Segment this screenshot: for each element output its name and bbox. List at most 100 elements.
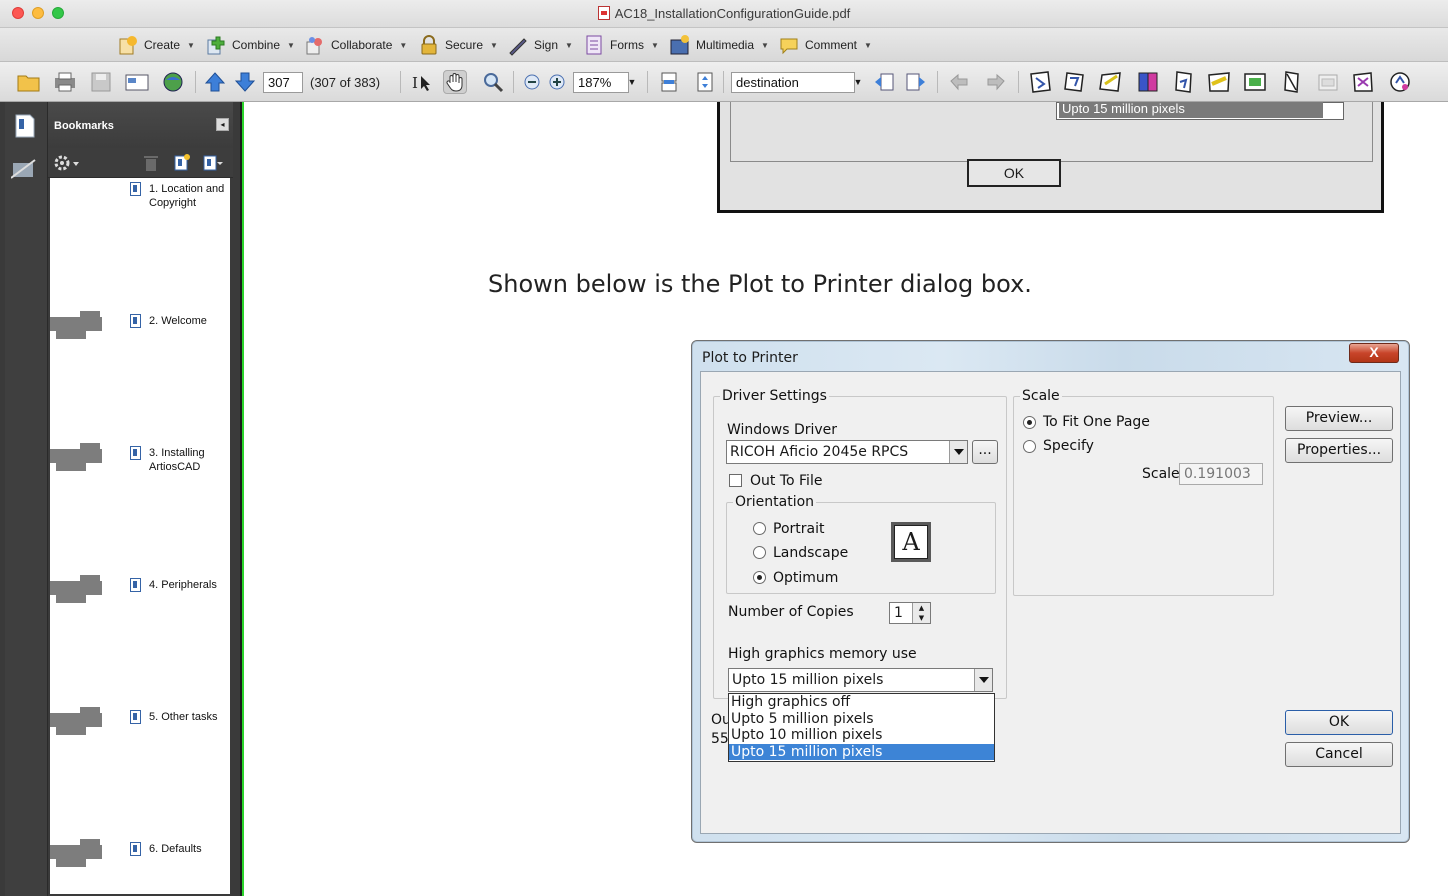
bookmark-list: 1. Location and Copyright 2. Welcome 3. … [50,178,230,894]
plugin-tool-icon-11[interactable] [1388,70,1412,94]
zoom-dropdown-icon[interactable]: ▼ [625,70,639,94]
plugin-tool-icon-2[interactable] [1063,70,1087,94]
document-page: Upto 15 million pixels OK Shown below is… [246,102,1448,896]
task-toolbar: Create ▼ Combine ▼ Collaborate ▼ Secure ▼ Si… [0,28,1448,62]
partial-output-value: 55 [711,731,729,747]
collaborate-menu[interactable]: Collaborate ▼ [304,32,407,58]
collaborate-icon [304,34,326,56]
bookmark-label: 3. Installing ArtiosCAD [149,447,205,473]
redo-icon[interactable] [984,70,1008,94]
find-dropdown-icon[interactable]: ▼ [851,70,865,94]
bookmark-label: 1. Location and Copyright [149,183,225,209]
fit-one-page-label: To Fit One Page [1043,414,1150,430]
panel-rail [5,102,48,896]
combine-label: Combine [232,38,281,52]
save-icon[interactable] [89,70,113,94]
collapse-panel-icon[interactable]: ◂ [216,118,229,131]
email-icon[interactable] [125,70,149,94]
bookmark-icon [130,578,141,592]
landscape-radio [753,546,766,559]
memory-option-selected: Upto 15 million pixels [729,743,994,760]
ok-button: OK [1285,710,1393,735]
hand-tool-icon[interactable] [443,70,467,94]
chevron-down-icon: ▼ [490,40,498,50]
chevron-down-icon: ▼ [651,40,659,50]
options-gear-icon[interactable] [53,154,79,175]
delete-bookmark-icon[interactable] [143,154,159,175]
window-title-text: AC18_InstallationConfigurationGuide.pdf [614,6,851,21]
bookmark-item[interactable]: 5. Other tasks [130,710,230,724]
memory-option: Upto 5 million pixels [731,710,874,727]
copies-spinner: 1 ▲ ▼ [889,602,931,624]
share-globe-icon[interactable] [161,70,185,94]
secure-label: Secure [445,38,484,52]
new-bookmark-icon[interactable] [173,153,191,174]
plugin-tool-icon-3[interactable] [1099,70,1123,94]
panel-resize-divider[interactable] [240,102,244,896]
marquee-zoom-icon[interactable] [481,70,505,94]
plugin-tool-icon-8[interactable] [1280,70,1304,94]
plugin-tool-icon-1[interactable] [1028,70,1052,94]
chevron-down-icon: ▼ [565,40,573,50]
zoom-in-icon[interactable] [545,70,569,94]
bookmark-label: 5. Other tasks [149,711,218,723]
plugin-tool-icon-4[interactable] [1136,70,1160,94]
svg-text:I: I [412,74,418,92]
fit-page-icon[interactable] [693,70,717,94]
create-menu[interactable]: Create ▼ [117,32,195,58]
bookmarks-panel-icon[interactable] [14,113,36,142]
scale-value-label: Scale [1142,466,1180,482]
form-icon [583,34,605,56]
undo-icon[interactable] [947,70,971,94]
secure-menu[interactable]: Secure ▼ [418,32,498,58]
plugin-tool-icon-10[interactable] [1351,70,1375,94]
sign-menu[interactable]: Sign ▼ [507,32,573,58]
memory-use-label: High graphics memory use [728,646,917,662]
select-text-cursor-icon[interactable]: I [409,70,433,94]
bookmark-item[interactable]: 1. Location and Copyright [130,182,230,210]
previous-page-icon[interactable] [203,70,227,94]
bookmark-item[interactable]: 2. Welcome [130,314,230,328]
memory-option: Upto 10 million pixels [731,727,883,743]
multimedia-menu[interactable]: Multimedia ▼ [669,32,769,58]
combine-icon [205,34,227,56]
print-icon[interactable] [53,70,77,94]
zoom-out-icon[interactable] [520,70,544,94]
bookmark-item[interactable]: 6. Defaults [130,842,230,856]
zoom-level-input[interactable]: 187% [573,72,629,93]
bookmark-item[interactable]: 4. Peripherals [130,578,230,592]
find-next-icon[interactable] [904,70,928,94]
comment-label: Comment [805,38,858,52]
dialog-client-area: Driver Settings Windows Driver RICOH Afi… [700,371,1401,834]
forms-menu[interactable]: Forms ▼ [583,32,659,58]
drag-ghost-image [50,707,102,741]
open-folder-icon[interactable] [17,70,41,94]
plugin-tool-icon-9[interactable] [1316,70,1340,94]
find-previous-icon[interactable] [872,70,896,94]
plugin-tool-icon-5[interactable] [1172,70,1196,94]
multimedia-label: Multimedia [696,38,755,52]
plugin-tool-icon-6[interactable] [1207,70,1231,94]
combine-menu[interactable]: Combine ▼ [205,32,295,58]
multimedia-icon [669,34,691,56]
comment-menu[interactable]: Comment ▼ [778,32,872,58]
next-page-icon[interactable] [233,70,257,94]
layers-panel-icon[interactable] [10,158,37,183]
previous-dialog-screenshot: Upto 15 million pixels OK [717,102,1384,213]
plugin-tool-icon-7[interactable] [1243,70,1267,94]
windows-driver-select: RICOH Aficio 2045e RPCS [726,440,968,464]
comment-icon [778,34,800,56]
find-input[interactable]: destination [731,72,855,93]
expand-bookmark-icon[interactable] [202,153,224,174]
copies-value: 1 [894,605,903,621]
scrolling-mode-icon[interactable] [657,70,681,94]
bookmark-item[interactable]: 3. Installing ArtiosCAD [130,446,230,474]
spinner-arrows-icon: ▲ ▼ [912,603,930,623]
page-number-input[interactable]: 307 [263,72,303,93]
create-icon [117,34,139,56]
sign-label: Sign [534,38,559,52]
optimum-radio [753,571,766,584]
memory-use-value: Upto 15 million pixels [732,672,884,688]
screenshot-selected-option: Upto 15 million pixels [1059,102,1323,118]
orientation-preview-icon: A [891,522,931,562]
